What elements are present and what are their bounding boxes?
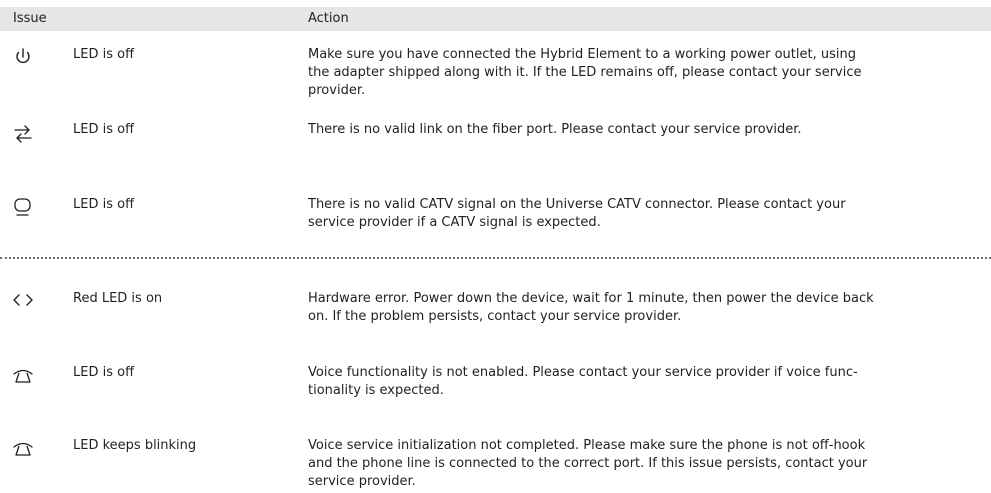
action-line: the adapter shipped along with it. If th… bbox=[308, 65, 862, 80]
hardware-error-icon bbox=[10, 290, 36, 314]
issue-text: Red LED is on bbox=[73, 291, 163, 306]
issue-text: LED is off bbox=[73, 365, 135, 380]
action-line: tionality is expected. bbox=[308, 383, 444, 398]
issue-text: LED is off bbox=[73, 197, 135, 212]
action-line: There is no valid CATV signal on the Uni… bbox=[308, 197, 846, 212]
action-line: Hardware error. Power down the device, w… bbox=[308, 291, 874, 306]
action-line: service provider if a CATV signal is exp… bbox=[308, 215, 601, 230]
action-text: Hardware error. Power down the device, w… bbox=[308, 290, 978, 326]
issue-column-header: Issue bbox=[13, 11, 47, 26]
action-column-header: Action bbox=[308, 11, 349, 26]
action-line: Voice service initialization not complet… bbox=[308, 438, 866, 453]
action-text: There is no valid link on the fiber port… bbox=[308, 121, 978, 139]
action-line: and the phone line is connected to the c… bbox=[308, 456, 868, 471]
power-icon bbox=[10, 46, 36, 70]
table-header: Issue Action bbox=[0, 7, 991, 31]
action-line: provider. bbox=[308, 83, 366, 98]
fiber-link-icon bbox=[10, 121, 36, 145]
dotted-separator bbox=[0, 257, 991, 259]
action-line: Make sure you have connected the Hybrid … bbox=[308, 47, 856, 62]
action-line: Voice functionality is not enabled. Plea… bbox=[308, 365, 858, 380]
action-text: There is no valid CATV signal on the Uni… bbox=[308, 196, 978, 232]
action-line: on. If the problem persists, contact you… bbox=[308, 309, 682, 324]
action-text: Make sure you have connected the Hybrid … bbox=[308, 46, 978, 100]
action-line: There is no valid link on the fiber port… bbox=[308, 122, 802, 137]
action-text: Voice functionality is not enabled. Plea… bbox=[308, 364, 978, 400]
phone-icon bbox=[10, 437, 36, 461]
action-text: Voice service initialization not complet… bbox=[308, 437, 978, 491]
catv-icon bbox=[10, 196, 36, 220]
action-line: service provider. bbox=[308, 474, 416, 489]
phone-icon bbox=[10, 364, 36, 388]
issue-text: LED keeps blinking bbox=[73, 438, 197, 453]
issue-text: LED is off bbox=[73, 47, 135, 62]
issue-text: LED is off bbox=[73, 122, 135, 137]
